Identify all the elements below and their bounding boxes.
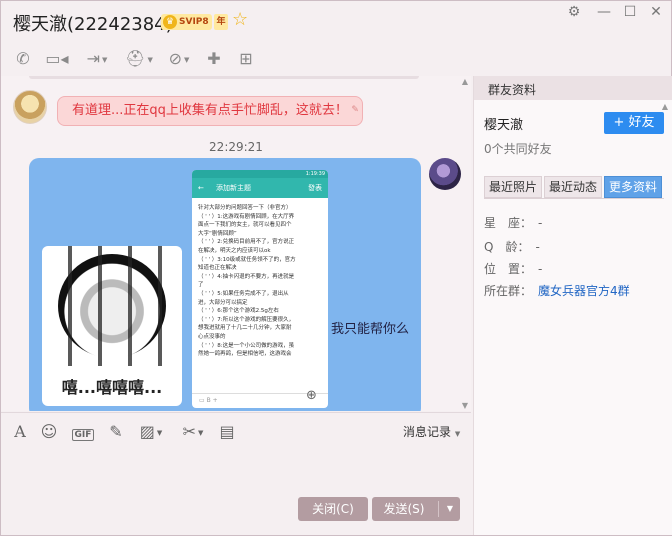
close-button[interactable]: 关闭(C) [298,497,368,521]
block-user-icon[interactable]: ⊘ ▼ [161,47,197,71]
meme-image[interactable]: 嘻...嘻嘻嘻... [42,246,182,406]
avatar[interactable] [13,90,47,124]
video-icon[interactable]: ▭◂ [45,47,69,71]
star-icon[interactable]: ☆ [232,10,248,30]
chat-scrollbar[interactable]: ▲ ▼ [459,76,471,411]
divider [484,198,664,199]
send-separator [438,501,439,517]
phone-post-body: 针对大部分的问题回答一下（非官方） （ ' ' ）1:这游戏有剧情回顾，在大厅界… [198,205,296,358]
image-icon[interactable]: ▨ ▼ [135,421,167,443]
message-input[interactable] [1,445,471,495]
message-history-button[interactable]: 消息记录 ▼ [403,423,460,440]
phone-send: 發表 [308,184,322,192]
message-caption: 我只能帮你么 [331,322,410,337]
tab-recent-photos[interactable]: 最近照片 [484,176,543,198]
avatar[interactable] [429,158,461,190]
tab-more-info[interactable]: 更多资料 [604,176,663,198]
tab-recent-activity[interactable]: 最近动态 [544,176,603,198]
gif-icon[interactable]: GIF [69,421,97,443]
message-text: 有道理...正在qq上收集有点手忙脚乱，这就去！ [72,103,348,118]
screenshot-icon[interactable]: ✂ ▼ [177,421,209,443]
chat-window: 樱天澈(22242384) ♛ SVIP8 年 ☆ ⚙ — ☐ ✕ ✆ ▭◂ ⇥… [0,0,672,536]
new-window-icon[interactable]: ⊞ [235,47,257,71]
contact-title[interactable]: 樱天澈(22242384) [13,10,173,36]
group-link[interactable]: 魔女兵器官方4群 [538,284,630,298]
meme-caption: 嘻...嘻嘻嘻... [61,378,163,397]
group-row: 所在群： 魔女兵器官方4群 [484,284,630,298]
add-user-icon[interactable]: ✚ [203,47,225,71]
share-screen-icon[interactable]: ⇥ ▼ [79,47,115,71]
constellation-row: 星 座： - [484,216,543,230]
chevron-down-icon: ▼ [454,430,461,438]
phone-app-bar: ← 添加新主题 發表 [192,178,328,198]
friend-name[interactable]: 樱天澈 [484,114,523,133]
profile-panel: 群友资料 ▲ 樱天澈 + 好友 0个共同好友 最近照片 最近动态 更多资料 星 … [473,76,672,535]
svip-badge[interactable]: ♛ SVIP8 [161,14,212,30]
send-button[interactable]: 发送(S) ▼ [372,497,460,521]
send-label: 发送(S) [383,502,425,516]
back-arrow-icon: ← [198,184,204,192]
emoji-icon[interactable]: ☺ [39,421,59,443]
red-packet-icon[interactable]: ▤ [217,421,237,443]
location-row: 位 置： - [484,262,543,276]
send-options-icon[interactable]: ▼ [442,497,458,521]
screenshot-image[interactable]: 1:19:39 ← 添加新主题 發表 针对大部分的问题回答一下（非官方） （ '… [192,170,328,408]
draw-icon[interactable]: ✎ [105,421,127,443]
message-bubble-images[interactable]: 嘻...嘻嘻嘻... 1:19:39 ← 添加新主题 發表 针对大部分的问题回答… [29,158,421,411]
pen-icon: ✎ [351,105,359,115]
zoom-icon[interactable]: ⊕ [306,388,317,403]
previous-bubble [29,76,419,79]
common-friends[interactable]: 0个共同好友 [484,140,552,157]
phone-icon[interactable]: ✆ [13,47,33,71]
qq-age-row: Q 龄： - [484,240,540,254]
minimize-button[interactable]: — [593,3,615,21]
title-bar: 樱天澈(22242384) ♛ SVIP8 年 ☆ ⚙ — ☐ ✕ [1,1,671,41]
meme-bars [42,246,182,366]
scroll-up-icon[interactable]: ▲ [459,77,471,86]
year-badge[interactable]: 年 [214,14,228,30]
scroll-down-icon[interactable]: ▼ [459,401,471,410]
panel-header: 群友资料 [474,76,672,100]
close-window-button[interactable]: ✕ [645,3,667,21]
settings-icon[interactable]: ⚙ [563,3,585,21]
divider [1,412,471,413]
phone-status-bar: 1:19:39 [192,170,328,178]
remote-icon[interactable]: ⛑ ▼ [121,47,157,71]
crown-icon: ♛ [163,15,177,29]
message-timestamp: 22:29:21 [209,140,263,154]
message-list[interactable]: 有道理...正在qq上收集有点手忙脚乱，这就去！ ✎ 22:29:21 嘻...… [1,76,471,411]
message-bubble[interactable]: 有道理...正在qq上收集有点手忙脚乱，这就去！ ✎ [57,96,363,126]
font-icon[interactable]: A [11,421,29,443]
scroll-up-icon[interactable]: ▲ [662,102,668,111]
maximize-button[interactable]: ☐ [619,3,641,21]
add-friend-button[interactable]: + 好友 [604,112,664,134]
phone-title: 添加新主题 [216,184,251,192]
